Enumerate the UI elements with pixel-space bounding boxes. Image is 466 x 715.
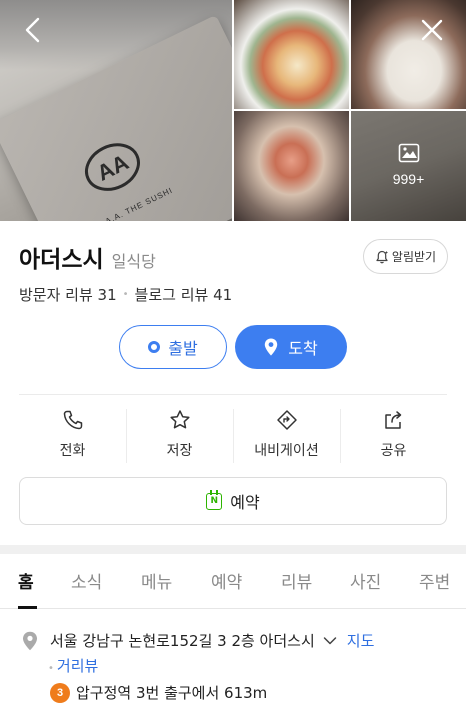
map-pin-icon [22,631,38,655]
bell-icon [376,250,388,263]
review-summary: 방문자 리뷰 31 • 블로그 리뷰 41 [19,284,232,305]
tab-reservation[interactable]: 예약 [211,568,242,593]
share-label: 공유 [380,443,407,459]
place-title-row: 아더스시 일식당 [19,240,156,274]
call-action[interactable]: 전화 [19,395,126,467]
alarm-label: 알림받기 [391,250,437,264]
address-row[interactable]: 서울 강남구 논현로152길 3 2층 아더스시 지도 [50,630,374,651]
separator-dot: • [48,663,54,674]
subway-line-badge: 3 [50,682,70,703]
place-name: 아더스시 [19,247,104,273]
separator-dot: • [122,289,129,300]
naver-calendar-icon: N [206,489,223,510]
street-view-row: • 거리뷰 [48,655,98,676]
tab-nearby[interactable]: 주변 [419,568,450,593]
image-icon [398,143,419,163]
tab-reviews[interactable]: 리뷰 [281,568,312,593]
star-icon [169,410,190,429]
location-pin-icon [265,338,278,356]
visitor-review-link[interactable]: 방문자 리뷰 31 [19,284,117,305]
more-photos: 999+ [351,143,466,187]
address-text: 서울 강남구 논현로152길 3 2층 아더스시 [50,632,315,650]
active-tab-indicator [18,606,37,609]
tab-news[interactable]: 소식 [71,568,102,593]
reserve-label: 예약 [230,493,260,512]
share-action[interactable]: 공유 [340,395,447,467]
save-action[interactable]: 저장 [126,395,233,467]
navigation-icon [276,410,297,430]
tab-menu[interactable]: 메뉴 [141,568,172,593]
reserve-button[interactable]: N 예약 [19,477,447,525]
map-link[interactable]: 지도 [347,630,375,651]
arrive-button[interactable]: 도착 [235,325,347,369]
photo-gallery: AA A.A. THE SUSHI 999+ [0,0,466,221]
close-icon [421,19,443,41]
tab-bar: 홈 소식 메뉴 예약 리뷰 사진 주변 [0,554,466,609]
tab-home[interactable]: 홈 [18,568,34,593]
chevron-down-icon [323,636,337,644]
blog-review-link[interactable]: 블로그 리뷰 41 [135,284,233,305]
share-icon [384,411,401,429]
alarm-button[interactable]: 알림받기 [363,239,448,274]
navigation-label: 내비게이션 [254,443,319,459]
photo-more[interactable]: 999+ [351,111,466,221]
close-button[interactable] [416,14,448,46]
more-photo-count: 999+ [392,171,425,187]
back-button[interactable] [18,14,50,46]
depart-label: 출발 [168,339,198,358]
save-label: 저장 [166,443,193,459]
street-view-link[interactable]: 거리뷰 [57,657,98,675]
arrive-label: 도착 [288,339,318,358]
call-label: 전화 [59,443,86,459]
section-gap [0,545,466,554]
subway-directions: 압구정역 3번 출구에서 613m [76,684,268,702]
tab-photos[interactable]: 사진 [350,568,381,593]
action-bar: 전화 저장 내비게이션 공유 [19,395,447,467]
photo-thumbnail-1[interactable] [234,0,349,109]
origin-dot-icon [148,341,161,353]
photo-thumbnail-2[interactable] [351,0,466,109]
phone-icon [63,410,82,430]
subway-row: 3 압구정역 3번 출구에서 613m [50,682,267,703]
svg-text:AA: AA [93,149,133,185]
navigation-action[interactable]: 내비게이션 [233,395,340,467]
place-category: 일식당 [111,252,156,271]
chevron-left-icon [25,17,40,43]
depart-button[interactable]: 출발 [119,325,227,369]
photo-thumbnail-3[interactable] [234,111,349,221]
